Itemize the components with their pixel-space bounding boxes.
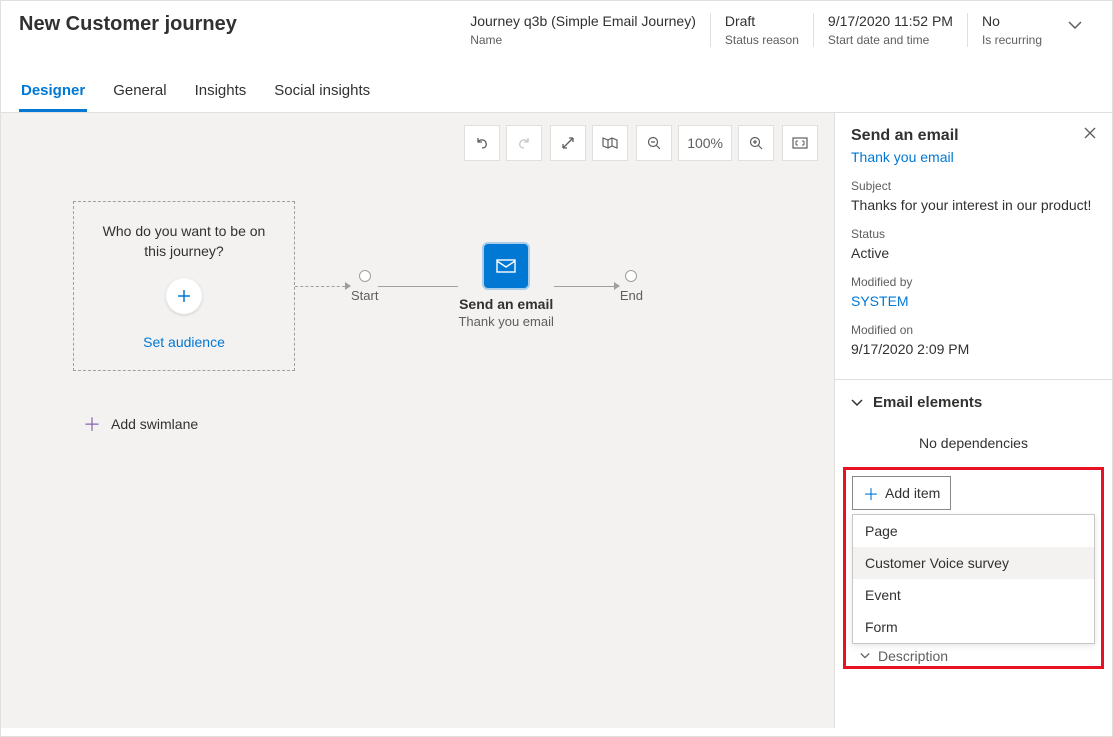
field-label: Subject xyxy=(851,179,1096,193)
end-label: End xyxy=(620,288,643,303)
field-label: Status xyxy=(851,227,1096,241)
start-label: Start xyxy=(351,288,378,303)
minimap-button[interactable] xyxy=(592,125,628,161)
email-tile[interactable] xyxy=(484,244,528,288)
add-item-dropdown: Page Customer Voice survey Event Form xyxy=(852,514,1095,644)
expand-button[interactable] xyxy=(550,125,586,161)
meta-label: Name xyxy=(470,33,696,47)
expand-header-button[interactable] xyxy=(1056,13,1094,37)
main-layout: 100% Who do you want to be on this journ… xyxy=(1,113,1112,728)
fit-screen-button[interactable] xyxy=(782,125,818,161)
close-panel-button[interactable] xyxy=(1084,127,1096,139)
page-header: New Customer journey Journey q3b (Simple… xyxy=(1,1,1112,56)
field-value: 9/17/2020 2:09 PM xyxy=(851,341,1096,357)
add-item-button[interactable]: ＋ Add item xyxy=(852,476,951,510)
field-modified-by: Modified by SYSTEM xyxy=(835,271,1112,319)
meta-label: Status reason xyxy=(725,33,799,47)
tab-general[interactable]: General xyxy=(111,74,168,112)
dropdown-item-customer-voice-survey[interactable]: Customer Voice survey xyxy=(853,547,1094,579)
add-swimlane-label: Add swimlane xyxy=(111,416,198,432)
field-status: Status Active xyxy=(835,223,1112,271)
properties-panel: Send an email Thank you email Subject Th… xyxy=(834,113,1112,728)
dropdown-item-form[interactable]: Form xyxy=(853,611,1094,643)
add-item-highlight: ＋ Add item Page Customer Voice survey Ev… xyxy=(843,467,1104,669)
connector-dashed xyxy=(295,282,351,290)
add-swimlane-button[interactable]: ＋ Add swimlane xyxy=(83,411,822,437)
audience-placeholder[interactable]: Who do you want to be on this journey? S… xyxy=(73,201,295,371)
undo-icon xyxy=(474,135,490,151)
start-node: Start xyxy=(351,270,378,303)
meta-group: Journey q3b (Simple Email Journey) Name … xyxy=(456,13,1056,47)
chevron-down-icon xyxy=(851,399,863,407)
canvas-toolbar: 100% xyxy=(13,125,822,161)
email-node[interactable]: Send an email Thank you email xyxy=(458,244,553,329)
no-dependencies-text: No dependencies xyxy=(835,425,1112,467)
tab-bar: Designer General Insights Social insight… xyxy=(1,74,1112,113)
map-icon xyxy=(602,136,618,150)
meta-start-date[interactable]: 9/17/2020 11:52 PM Start date and time xyxy=(813,13,967,47)
redo-button[interactable] xyxy=(506,125,542,161)
email-elements-section-header[interactable]: Email elements xyxy=(835,380,1112,425)
designer-canvas[interactable]: 100% Who do you want to be on this journ… xyxy=(1,113,834,728)
meta-value: Journey q3b (Simple Email Journey) xyxy=(470,13,696,29)
expand-icon xyxy=(561,136,575,150)
meta-name[interactable]: Journey q3b (Simple Email Journey) Name xyxy=(456,13,710,47)
fit-icon xyxy=(792,137,808,149)
field-label: Modified on xyxy=(851,323,1096,337)
meta-label: Is recurring xyxy=(982,33,1042,47)
connector-solid-2 xyxy=(554,282,620,290)
dropdown-item-event[interactable]: Event xyxy=(853,579,1094,611)
zoom-level[interactable]: 100% xyxy=(678,125,732,161)
email-record-link[interactable]: Thank you email xyxy=(835,149,1112,175)
chevron-down-icon xyxy=(1068,21,1082,29)
panel-header: Send an email xyxy=(835,113,1112,149)
undo-button[interactable] xyxy=(464,125,500,161)
meta-value: 9/17/2020 11:52 PM xyxy=(828,13,953,29)
audience-question: Who do you want to be on this journey? xyxy=(90,222,278,261)
panel-title: Send an email xyxy=(851,127,959,145)
tab-designer[interactable]: Designer xyxy=(19,74,87,112)
set-audience-link[interactable]: Set audience xyxy=(143,334,225,350)
description-label: Description xyxy=(878,648,948,664)
connector-solid xyxy=(378,286,458,287)
description-section-header[interactable]: Description xyxy=(852,644,1095,664)
meta-label: Start date and time xyxy=(828,33,953,47)
meta-status[interactable]: Draft Status reason xyxy=(710,13,813,47)
field-modified-on: Modified on 9/17/2020 2:09 PM xyxy=(835,319,1112,367)
add-item-label: Add item xyxy=(885,485,940,501)
field-value-link[interactable]: SYSTEM xyxy=(851,293,1096,309)
field-label: Modified by xyxy=(851,275,1096,289)
tab-social-insights[interactable]: Social insights xyxy=(272,74,372,112)
meta-recurring[interactable]: No Is recurring xyxy=(967,13,1056,47)
email-node-subtitle: Thank you email xyxy=(458,314,553,329)
dropdown-item-page[interactable]: Page xyxy=(853,515,1094,547)
end-dot xyxy=(625,270,637,282)
start-dot xyxy=(359,270,371,282)
plus-icon xyxy=(176,288,192,304)
email-icon xyxy=(496,259,516,273)
plus-icon: ＋ xyxy=(83,411,101,437)
field-subject: Subject Thanks for your interest in our … xyxy=(835,175,1112,223)
close-icon xyxy=(1084,127,1096,139)
zoom-out-icon xyxy=(647,136,661,150)
zoom-in-icon xyxy=(749,136,763,150)
redo-icon xyxy=(516,135,532,151)
field-value: Active xyxy=(851,245,1096,261)
zoom-out-button[interactable] xyxy=(636,125,672,161)
tab-insights[interactable]: Insights xyxy=(193,74,249,112)
plus-icon: ＋ xyxy=(863,481,879,505)
field-value: Thanks for your interest in our product! xyxy=(851,197,1096,213)
meta-value: Draft xyxy=(725,13,799,29)
journey-flow: Who do you want to be on this journey? S… xyxy=(13,201,822,371)
end-node: End xyxy=(620,270,643,303)
add-audience-button[interactable] xyxy=(166,278,202,314)
page-title: New Customer journey xyxy=(19,13,456,36)
email-node-title: Send an email xyxy=(459,296,553,312)
zoom-in-button[interactable] xyxy=(738,125,774,161)
chevron-right-icon xyxy=(860,652,870,660)
section-title: Email elements xyxy=(873,394,982,411)
meta-value: No xyxy=(982,13,1042,29)
